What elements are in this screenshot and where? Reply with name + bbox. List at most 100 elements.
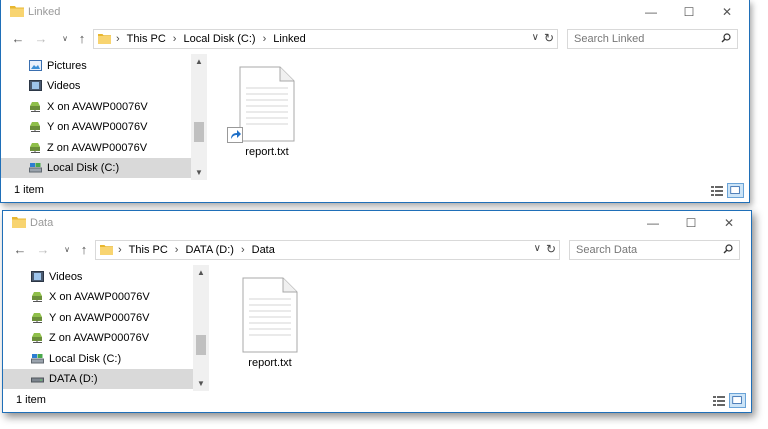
breadcrumb-item-data-drive[interactable]: DATA (D:) xyxy=(185,244,233,256)
explorer-window-data: Data — ☐ ✕ ← → ∨ ↑ › This PC › DATA (D:)… xyxy=(2,210,752,413)
search-box[interactable]: Search Linked xyxy=(567,29,738,49)
recent-locations-chevron-icon[interactable]: ∨ xyxy=(57,30,73,48)
breadcrumb-item-this-pc[interactable]: This PC xyxy=(127,33,166,45)
back-arrow-icon[interactable]: ← xyxy=(12,241,28,259)
scroll-down-icon[interactable]: ▼ xyxy=(195,168,203,177)
address-dropdown-icon[interactable]: ∨ xyxy=(534,243,541,254)
details-view-icon[interactable] xyxy=(708,183,725,198)
scroll-up-icon[interactable]: ▲ xyxy=(197,268,205,277)
folder-icon xyxy=(10,6,24,17)
minimize-button[interactable]: — xyxy=(633,211,673,237)
status-bar: 1 item xyxy=(3,390,751,412)
address-bar[interactable]: › This PC › DATA (D:) › Data ∨ ↻ xyxy=(95,240,560,260)
search-icon[interactable] xyxy=(723,244,733,254)
close-button[interactable]: ✕ xyxy=(707,0,747,26)
network-drive-icon xyxy=(30,122,40,132)
shortcut-arrow-icon xyxy=(227,127,243,143)
title-bar[interactable]: Data — ☐ ✕ xyxy=(3,211,751,237)
navigation-bar: ← → ∨ ↑ › This PC › Local Disk (C:) › Li… xyxy=(1,27,749,51)
sidebar-item-z-drive[interactable]: Z on AVAWP00076V xyxy=(3,328,193,348)
details-view-icon[interactable] xyxy=(710,393,727,408)
scrollbar-thumb[interactable] xyxy=(196,335,206,355)
breadcrumb-separator-icon[interactable]: › xyxy=(241,244,245,256)
network-drive-icon xyxy=(30,143,40,153)
sidebar-item-local-disk[interactable]: Local Disk (C:) xyxy=(3,349,193,369)
videos-icon xyxy=(31,271,44,282)
forward-arrow-icon[interactable]: → xyxy=(35,241,51,259)
sidebar-item-x-drive[interactable]: X on AVAWP00076V xyxy=(1,97,191,117)
sidebar-scrollbar[interactable]: ▲ ▼ xyxy=(193,265,209,391)
text-file-icon xyxy=(242,277,298,353)
sidebar-item-label: Y on AVAWP00076V xyxy=(49,312,150,324)
sidebar-item-videos[interactable]: Videos xyxy=(1,76,191,96)
sidebar-item-data-drive[interactable]: DATA (D:) xyxy=(3,369,193,389)
folder-icon xyxy=(100,245,113,255)
maximize-button[interactable]: ☐ xyxy=(671,211,711,237)
sidebar-item-y-drive[interactable]: Y on AVAWP00076V xyxy=(1,117,191,137)
refresh-icon[interactable]: ↻ xyxy=(544,31,554,45)
file-item-report[interactable]: report.txt xyxy=(235,277,305,377)
search-input[interactable]: Search Linked xyxy=(574,33,644,45)
recent-locations-chevron-icon[interactable]: ∨ xyxy=(59,241,75,259)
minimize-button[interactable]: — xyxy=(631,0,671,26)
refresh-icon[interactable]: ↻ xyxy=(546,242,556,256)
breadcrumb-item-local-disk[interactable]: Local Disk (C:) xyxy=(183,33,255,45)
search-input[interactable]: Search Data xyxy=(576,244,637,256)
explorer-window-linked: Linked — ☐ ✕ ← → ∨ ↑ › This PC › Local D… xyxy=(0,0,750,203)
sidebar-item-label: DATA (D:) xyxy=(49,373,98,385)
sidebar-item-label: Local Disk (C:) xyxy=(47,162,120,174)
file-name: report.txt xyxy=(245,146,289,158)
title-bar[interactable]: Linked — ☐ ✕ xyxy=(1,0,749,26)
sidebar-item-label: X on AVAWP00076V xyxy=(49,291,150,303)
navigation-pane: Videos X on AVAWP00076V Y on AVAWP00076V… xyxy=(3,265,209,391)
item-count: 1 item xyxy=(14,184,44,196)
scrollbar-thumb[interactable] xyxy=(194,122,204,142)
breadcrumb-separator-icon[interactable]: › xyxy=(263,33,267,45)
sidebar-item-label: Y on AVAWP00076V xyxy=(47,121,148,133)
breadcrumb-item-this-pc[interactable]: This PC xyxy=(129,244,168,256)
forward-arrow-icon[interactable]: → xyxy=(33,30,49,48)
breadcrumb-separator-icon: › xyxy=(118,244,122,256)
search-icon[interactable] xyxy=(721,33,731,43)
maximize-button[interactable]: ☐ xyxy=(669,0,709,26)
pictures-icon xyxy=(29,60,42,71)
window-title: Data xyxy=(30,217,54,229)
breadcrumb-separator-icon: › xyxy=(116,33,120,45)
sidebar-item-y-drive[interactable]: Y on AVAWP00076V xyxy=(3,308,193,328)
sidebar-item-x-drive[interactable]: X on AVAWP00076V xyxy=(3,287,193,307)
address-bar[interactable]: › This PC › Local Disk (C:) › Linked ∨ ↻ xyxy=(93,29,558,49)
scroll-down-icon[interactable]: ▼ xyxy=(197,379,205,388)
search-box[interactable]: Search Data xyxy=(569,240,740,260)
up-arrow-icon[interactable]: ↑ xyxy=(76,241,92,259)
breadcrumb-item-linked[interactable]: Linked xyxy=(273,33,305,45)
breadcrumb-separator-icon[interactable]: › xyxy=(175,244,179,256)
sidebar-item-label: Videos xyxy=(47,80,81,92)
item-count: 1 item xyxy=(16,394,46,406)
breadcrumb-item-data[interactable]: Data xyxy=(252,244,275,256)
sidebar-item-label: Local Disk (C:) xyxy=(49,353,122,365)
sidebar-item-label: Z on AVAWP00076V xyxy=(49,332,150,344)
large-icons-view-icon[interactable] xyxy=(729,393,746,408)
address-dropdown-icon[interactable]: ∨ xyxy=(532,32,539,43)
sidebar-item-videos[interactable]: Videos xyxy=(3,267,193,287)
back-arrow-icon[interactable]: ← xyxy=(10,30,26,48)
breadcrumb-separator-icon[interactable]: › xyxy=(173,33,177,45)
network-drive-icon xyxy=(32,313,42,323)
sidebar-item-local-disk[interactable]: Local Disk (C:) xyxy=(1,158,191,178)
breadcrumb: › This PC › Local Disk (C:) › Linked xyxy=(116,33,306,45)
file-item-report-shortcut[interactable]: report.txt xyxy=(227,66,302,166)
up-arrow-icon[interactable]: ↑ xyxy=(74,30,90,48)
folder-icon xyxy=(12,217,26,228)
text-file-icon xyxy=(239,66,295,142)
sidebar-item-label: Z on AVAWP00076V xyxy=(47,142,148,154)
close-button[interactable]: ✕ xyxy=(709,211,749,237)
large-icons-view-icon[interactable] xyxy=(727,183,744,198)
scroll-up-icon[interactable]: ▲ xyxy=(195,57,203,66)
file-name: report.txt xyxy=(248,357,292,369)
sidebar-item-z-drive[interactable]: Z on AVAWP00076V xyxy=(1,138,191,158)
sidebar-item-pictures[interactable]: Pictures xyxy=(1,56,191,76)
sidebar-item-label: X on AVAWP00076V xyxy=(47,101,148,113)
status-bar: 1 item xyxy=(1,180,749,202)
sidebar-scrollbar[interactable]: ▲ ▼ xyxy=(191,54,207,180)
breadcrumb: › This PC › DATA (D:) › Data xyxy=(118,244,275,256)
